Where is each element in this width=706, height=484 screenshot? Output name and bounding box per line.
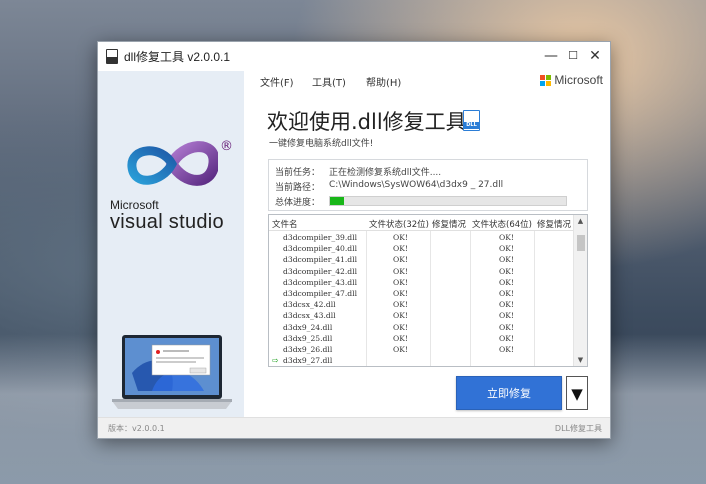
table-cell: OK! <box>499 244 514 254</box>
table-row[interactable]: d3dcsx_43.dll OK! OK! <box>269 311 573 322</box>
app-window: dll修复工具 v2.0.0.1 — ☐ ✕ 文件(F) 工具(T) 帮助(H)… <box>97 41 611 439</box>
cell-filename: d3dx9_25.dll <box>283 333 333 343</box>
table-cell: OK! <box>499 300 514 310</box>
table-cell: OK! <box>393 289 408 298</box>
visual-studio-infinity-icon <box>127 141 218 186</box>
table-cell: OK! <box>499 322 514 332</box>
microsoft-grid-icon <box>540 74 552 86</box>
table-cell: OK! <box>393 345 408 354</box>
table-row[interactable]: d3dx9_24.dll OK! OK! <box>269 323 573 334</box>
cell-filename: d3dx9_27.dll <box>283 356 333 366</box>
table-row[interactable]: d3dx9_26.dll OK! OK! <box>269 345 573 356</box>
header-repair-32[interactable]: 修复情况 <box>432 218 466 230</box>
footer-version: 版本：v2.0.0.1 <box>108 424 165 433</box>
table-cell: OK! <box>393 255 408 265</box>
table-row[interactable]: d3dcsx_42.dll OK! OK! <box>269 300 573 311</box>
task-value: 正在检测修复系统dll文件.... <box>329 168 442 178</box>
scroll-thumb[interactable] <box>577 235 585 251</box>
table-cell: OK! <box>393 233 408 242</box>
status-footer: 版本：v2.0.0.1 DLL修复工具 <box>98 417 610 438</box>
microsoft-logo: Microsoft <box>540 73 603 87</box>
table-row[interactable]: d3dcompiler_47.dll OK! OK! <box>269 289 573 300</box>
table-cell: OK! <box>393 244 408 254</box>
menu-tools[interactable]: 工具(T) <box>312 74 346 89</box>
task-label: 当前任务： <box>275 168 321 178</box>
table-row[interactable]: ⇨ d3dx9_27.dll <box>269 356 573 366</box>
footer-app-name: DLL修复工具 <box>554 424 602 433</box>
table-cell: OK! <box>499 233 514 242</box>
close-button[interactable]: ✕ <box>586 47 604 65</box>
table-cell: OK! <box>499 345 514 354</box>
table-cell: OK! <box>393 266 408 276</box>
table-row[interactable]: d3dcompiler_41.dll OK! OK! <box>269 255 573 266</box>
table-cell: OK! <box>393 300 408 310</box>
window-title: dll修复工具 v2.0.0.1 <box>124 50 231 64</box>
current-row-arrow-icon: ⇨ <box>272 356 279 366</box>
sidebar-product-name: visual studio <box>110 211 224 233</box>
table-cell: OK! <box>393 333 408 343</box>
cell-filename: d3dcompiler_41.dll <box>283 255 358 265</box>
table-row[interactable]: d3dx9_25.dll OK! OK! <box>269 334 573 345</box>
dll-file-table: 文件名 文件状态(32位) 修复情况 文件状态(64位) 修复情况 d3dcom… <box>268 214 588 367</box>
cell-filename: d3dcompiler_40.dll <box>283 244 358 254</box>
cell-filename: d3dcompiler_42.dll <box>283 266 358 276</box>
path-value: C:\Windows\SysWOW64\d3dx9 _ 27.dll <box>329 180 504 190</box>
cell-filename: d3dcompiler_47.dll <box>283 289 358 298</box>
table-cell: OK! <box>499 255 514 265</box>
microsoft-brand-text: Microsoft <box>554 73 603 87</box>
header-filename[interactable]: 文件名 <box>272 218 298 230</box>
status-panel: 当前任务： 正在检测修复系统dll文件.... 当前路径： C:\Windows… <box>268 159 588 211</box>
cell-filename: d3dx9_26.dll <box>283 345 333 354</box>
app-dll-icon <box>106 49 118 64</box>
sidebar-panel: ® Microsoft visual studio <box>98 71 244 418</box>
table-cell: OK! <box>499 311 514 321</box>
scroll-down-arrow-icon[interactable]: ▼ <box>574 354 587 366</box>
menu-help[interactable]: 帮助(H) <box>366 74 401 89</box>
cell-filename: d3dcompiler_43.dll <box>283 277 358 287</box>
dll-file-icon: DLL <box>463 110 480 131</box>
progress-bar <box>329 196 567 206</box>
progress-fill <box>330 197 345 205</box>
table-cell: OK! <box>499 333 514 343</box>
cell-filename: d3dcompiler_39.dll <box>283 233 358 242</box>
page-subtitle: 一键修复电脑系统dll文件! <box>269 139 374 149</box>
sidebar-brand: Microsoft <box>110 198 159 212</box>
page-title: 欢迎使用.dll修复工具 <box>267 110 467 134</box>
table-header: 文件名 文件状态(32位) 修复情况 文件状态(64位) 修复情况 <box>269 215 573 231</box>
scroll-up-arrow-icon[interactable]: ▲ <box>574 215 587 227</box>
table-cell: OK! <box>393 322 408 332</box>
laptop-illustration <box>112 335 232 409</box>
table-cell: OK! <box>393 311 408 321</box>
table-scrollbar[interactable]: ▲ ▼ <box>573 215 587 366</box>
repair-options-dropdown-button[interactable]: ▼ <box>566 376 588 410</box>
cell-filename: d3dcsx_43.dll <box>283 311 336 321</box>
table-row[interactable]: d3dcompiler_39.dll OK! OK! <box>269 233 573 244</box>
table-cell: OK! <box>499 289 514 298</box>
table-cell: OK! <box>393 277 408 287</box>
path-label: 当前路径： <box>275 183 321 193</box>
registered-mark: ® <box>220 139 233 154</box>
table-row[interactable]: d3dcompiler_40.dll OK! OK! <box>269 244 573 255</box>
table-row[interactable]: d3dcompiler_43.dll OK! OK! <box>269 278 573 289</box>
title-bar: dll修复工具 v2.0.0.1 — ☐ ✕ <box>98 42 610 71</box>
maximize-button[interactable]: ☐ <box>564 47 582 65</box>
table-row[interactable]: d3dcompiler_42.dll OK! OK! <box>269 267 573 278</box>
cell-filename: d3dcsx_42.dll <box>283 300 336 310</box>
menu-file[interactable]: 文件(F) <box>260 74 294 89</box>
cell-filename: d3dx9_24.dll <box>283 322 333 332</box>
minimize-button[interactable]: — <box>542 47 560 65</box>
header-status-64[interactable]: 文件状态(64位) <box>472 218 532 230</box>
table-cell: OK! <box>499 277 514 287</box>
repair-now-button[interactable]: 立即修复 <box>456 376 562 410</box>
table-cell: OK! <box>499 266 514 276</box>
header-status-32[interactable]: 文件状态(32位) <box>369 218 429 230</box>
header-repair-64[interactable]: 修复情况 <box>537 218 571 230</box>
progress-label: 总体进度： <box>275 198 321 208</box>
